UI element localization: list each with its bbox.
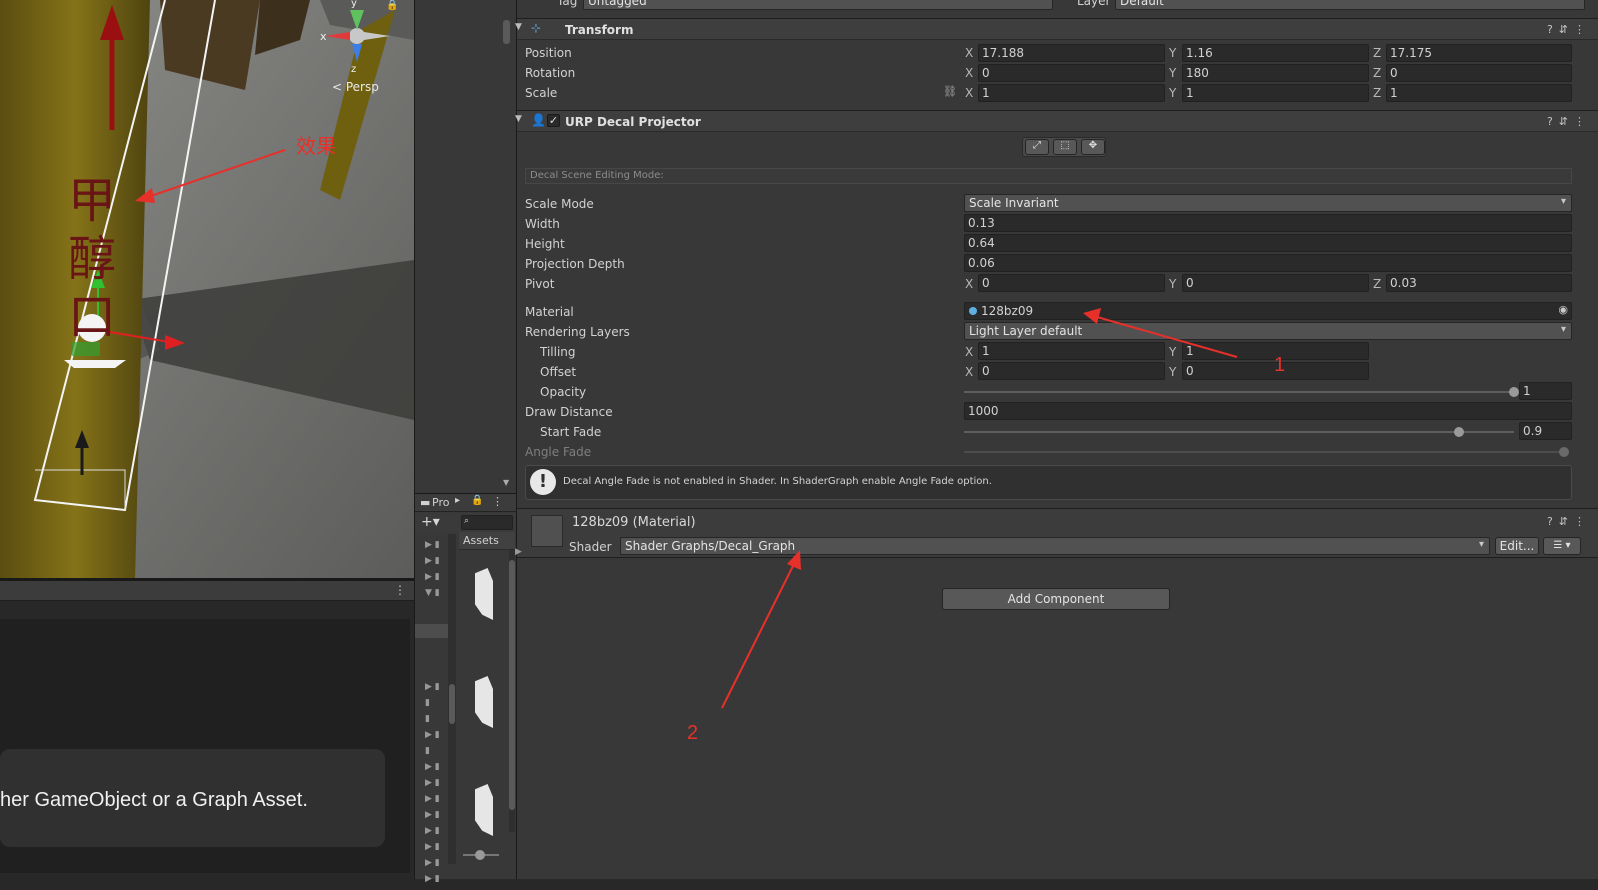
graph-message-bubble: her GameObject or a Graph Asset. — [0, 749, 385, 847]
lock-icon[interactable]: 🔒 — [386, 0, 398, 11]
scene-view[interactable]: 效果 甲 醇 口 x y z < Persp 🔒 — [0, 0, 414, 580]
annotation-arrowhead-2 — [787, 550, 801, 570]
annotation-arrowhead-1 — [1083, 308, 1101, 324]
tree-item[interactable]: ▶ ▮ — [425, 572, 449, 588]
decal-char-2: 醇 — [68, 231, 117, 287]
tree-item[interactable]: ▶ ▮ — [425, 842, 449, 858]
asset-thumbnail[interactable] — [475, 568, 493, 620]
assets-scrollbar[interactable] — [509, 550, 515, 832]
project-tab[interactable]: Pro — [432, 496, 449, 509]
annotation-arrow-2 — [721, 561, 796, 709]
scroll-down-icon[interactable]: ▼ — [503, 478, 509, 487]
gizmo-y-label[interactable]: y — [351, 0, 357, 9]
search-icon: ⌕ — [464, 516, 470, 526]
add-icon[interactable]: +▾ — [421, 514, 440, 530]
project-toolbar: +▾ ⌕ — [415, 513, 516, 533]
lock-icon[interactable]: 🔒 — [471, 495, 483, 506]
tree-item[interactable]: ▼ ▮ — [425, 588, 449, 604]
scrollbar-thumb[interactable] — [503, 20, 510, 44]
tree-item[interactable]: ▶ ▮ — [425, 858, 449, 874]
assets-breadcrumb[interactable]: Assets — [459, 532, 515, 550]
zoom-slider[interactable] — [463, 850, 499, 860]
asset-thumbnail[interactable] — [475, 784, 493, 836]
effect-annotation: 效果 — [296, 134, 336, 158]
tree-item[interactable]: ▮ — [425, 746, 449, 762]
graph-message: her GameObject or a Graph Asset. — [0, 789, 308, 811]
tree-item[interactable]: ▶ ▮ — [425, 556, 449, 572]
more-menu-icon[interactable]: ⋮ — [492, 495, 503, 508]
tree-item[interactable]: ▶ ▮ — [425, 762, 449, 778]
project-panel: ▬ Pro ▸ 🔒 ⋮ +▾ ⌕ ▶ ▮ ▶ ▮ ▶ ▮ ▼ ▮ ▶ ▮ ▮ ▮… — [414, 493, 516, 884]
more-menu-icon[interactable]: ⋮ — [394, 583, 406, 597]
gizmo-x-label[interactable]: x — [320, 30, 327, 43]
hierarchy-scroll-area[interactable]: ▼ — [414, 0, 516, 493]
asset-thumbnail[interactable] — [475, 676, 493, 728]
project-tab-bar: ▬ Pro ▸ 🔒 ⋮ — [415, 494, 516, 512]
tree-item[interactable]: ▮ — [425, 714, 449, 730]
graph-canvas[interactable]: her GameObject or a Graph Asset. — [0, 619, 410, 873]
graph-header: ⋮ — [0, 581, 414, 601]
tree-item[interactable]: ▶ ▮ — [425, 794, 449, 810]
annotation-number-1: 1 — [1274, 354, 1286, 376]
search-input[interactable]: ⌕ — [461, 515, 513, 530]
tree-item[interactable]: ▶ ▮ — [425, 778, 449, 794]
persp-toggle[interactable]: < Persp — [332, 80, 379, 94]
decal-char-3: 口 — [68, 289, 117, 345]
tree-item[interactable]: ▶ ▮ — [425, 540, 449, 556]
zoom-slider-knob[interactable] — [475, 850, 485, 860]
tab-arrow-icon[interactable]: ▸ — [455, 495, 460, 506]
folder-icon: ▬ — [420, 496, 431, 509]
tree-item[interactable]: ▮ — [425, 698, 449, 714]
tree-item[interactable]: ▶ ▮ — [425, 826, 449, 842]
tree-item[interactable]: ▶ ▮ — [425, 730, 449, 746]
annotation-overlay — [721, 308, 1238, 709]
annotation-number-2: 2 — [687, 722, 699, 744]
scrollbar-thumb[interactable] — [449, 684, 455, 724]
tree-scrollbar[interactable] — [448, 534, 456, 864]
tree-item[interactable]: ▶ ▮ — [425, 810, 449, 826]
tree-item[interactable]: ▶ ▮ — [425, 874, 449, 890]
tree-item[interactable]: ▶ ▮ — [425, 682, 449, 698]
graph-panel: ⋮ her GameObject or a Graph Asset. — [0, 581, 414, 879]
annotation-arrow-1 — [1096, 316, 1238, 358]
scrollbar-thumb[interactable] — [509, 560, 515, 810]
decal-char-1: 甲 — [68, 173, 117, 229]
decal-text: 甲 醇 口 — [68, 172, 116, 346]
gizmo-z-label[interactable]: z — [351, 64, 356, 75]
inspector-panel: Tag Untagged Layer Default ▼ ⊹ Transform… — [515, 0, 1598, 879]
